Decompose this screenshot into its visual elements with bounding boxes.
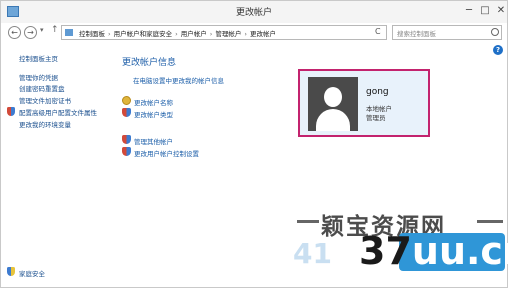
back-button[interactable]: ←: [8, 26, 21, 39]
sidebar-item-control-panel-home[interactable]: 控制面板主页: [19, 53, 58, 63]
pc-settings-link[interactable]: 在电脑设置中更改我的帐户信息: [133, 75, 224, 85]
account-role: 管理员: [366, 114, 386, 122]
watermark-url-main: 37: [359, 229, 412, 273]
page-title: 更改帐户信息: [122, 58, 177, 68]
breadcrumb-separator: ›: [209, 30, 213, 38]
account-name-icon: [122, 96, 131, 105]
breadcrumb-item[interactable]: 用户帐户和家庭安全: [114, 30, 173, 38]
shield-icon: [122, 108, 131, 117]
account-card: gong 本地帐户 管理员: [298, 69, 430, 137]
breadcrumb-item[interactable]: 更改帐户: [250, 30, 276, 38]
sidebar-item-manage-credentials[interactable]: 管理你的凭据: [19, 72, 58, 82]
breadcrumb-item[interactable]: 用户帐户: [181, 30, 207, 38]
up-button[interactable]: ↑: [51, 25, 59, 35]
watermark-dash-left: [297, 220, 319, 223]
forward-button[interactable]: →: [24, 26, 37, 39]
breadcrumb-separator: ›: [108, 30, 111, 38]
search-icon[interactable]: [491, 28, 499, 36]
search-placeholder: 搜索控制面板: [397, 30, 436, 38]
close-button[interactable]: ✕: [491, 3, 508, 19]
shield-icon: [122, 147, 131, 156]
change-account-name-link[interactable]: 更改帐户名称: [134, 97, 173, 107]
shield-icon: [122, 135, 131, 144]
window-title: 更改帐户: [235, 8, 272, 18]
address-bar[interactable]: 控制面板›用户帐户和家庭安全›用户帐户›管理帐户›更改帐户 ▾: [61, 25, 426, 40]
avatar-body: [316, 109, 350, 131]
manage-other-accounts-link[interactable]: 管理其他帐户: [134, 136, 173, 146]
avatar-head: [324, 87, 342, 107]
breadcrumb-item[interactable]: 管理帐户: [215, 30, 241, 38]
change-account-type-link[interactable]: 更改帐户类型: [134, 109, 173, 119]
sidebar-item-environment-variables[interactable]: 更改我的环境变量: [19, 119, 71, 129]
breadcrumb-item[interactable]: 控制面板: [79, 30, 105, 38]
sidebar-item-family-safety[interactable]: 家庭安全: [19, 268, 45, 278]
shield-icon: [7, 107, 15, 116]
sidebar-item-advanced-profile-properties[interactable]: 配置高级用户配置文件属性: [19, 107, 97, 117]
family-safety-icon: [7, 267, 15, 276]
breadcrumb: 控制面板 › 用户帐户和家庭安全 › 用户帐户 › 管理帐户 › 更改帐户: [79, 28, 276, 38]
uac-settings-link[interactable]: 更改用户帐户控制设置: [134, 148, 199, 158]
help-button[interactable]: ?: [493, 45, 503, 55]
search-input[interactable]: 搜索控制面板: [392, 25, 502, 40]
avatar: [308, 77, 358, 131]
breadcrumb-separator: ›: [175, 30, 178, 38]
address-folder-icon: [65, 29, 73, 36]
control-panel-window: 更改帐户 ─ □ ✕ ← → ▾ ↑ 控制面板 › 用户帐户和家庭安全 › 用户帐户 › 管…: [0, 0, 508, 288]
breadcrumb-separator: ›: [244, 30, 247, 38]
watermark-url: 37uu.cn: [359, 229, 508, 273]
sidebar-item-file-encryption-certificates[interactable]: 管理文件加密证书: [19, 95, 71, 105]
recent-pages-dropdown[interactable]: ▾: [40, 26, 44, 34]
account-name: gong: [366, 87, 389, 97]
refresh-button[interactable]: C: [375, 27, 381, 36]
sidebar-item-password-reset-disk[interactable]: 创建密码重置盘: [19, 83, 65, 93]
watermark-url-suffix: uu.cn: [411, 229, 508, 273]
watermark-faint-text: 41: [293, 237, 332, 270]
title-bar: 更改帐户 ─ □ ✕: [1, 1, 507, 23]
watermark-dash-right: [477, 220, 503, 223]
